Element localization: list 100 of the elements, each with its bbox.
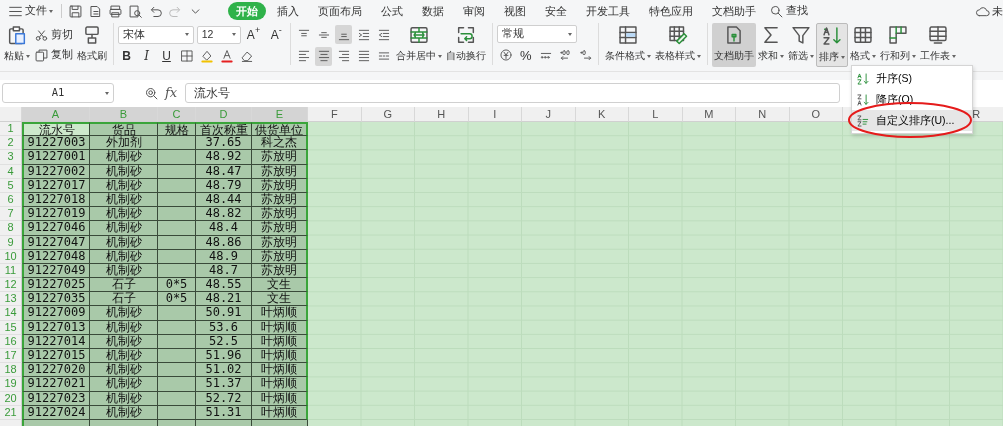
menu-tab[interactable]: 数据: [414, 1, 452, 21]
shrink-font-button[interactable]: A$^{-}$: [266, 25, 287, 44]
menu-tab[interactable]: 安全: [537, 1, 575, 21]
table-cell: 叶炳顺: [252, 377, 308, 392]
account-label[interactable]: 未: [992, 2, 1003, 20]
rows-columns-icon: [887, 24, 910, 46]
menu-item[interactable]: 升序(S): [852, 68, 972, 89]
table-cell: 91227025: [22, 278, 90, 293]
menu-tab[interactable]: 页面布局: [310, 1, 370, 21]
menu-tab[interactable]: 文档助手: [704, 1, 764, 21]
search-icon: [769, 3, 784, 19]
table-cell: 科之杰: [252, 136, 308, 151]
grow-font-button[interactable]: A$^{+}$: [243, 25, 264, 44]
underline-button[interactable]: U: [158, 46, 175, 66]
menu-tab[interactable]: 开发工具: [578, 1, 638, 21]
table-cell: 91227020: [22, 363, 90, 378]
table-cell: [158, 150, 196, 165]
table-cell: [158, 136, 196, 151]
menu-tab[interactable]: 审阅: [455, 1, 493, 21]
table-cell: 叶炳顺: [252, 349, 308, 364]
bold-button[interactable]: B: [118, 46, 135, 66]
table-cell: 48.82: [196, 207, 252, 222]
table-cell: [158, 349, 196, 364]
column-header[interactable]: M: [682, 107, 736, 122]
table-cell: 叶炳顺: [252, 306, 308, 321]
column-header[interactable]: F: [308, 107, 362, 122]
column-header[interactable]: O: [789, 107, 843, 122]
font-name-select[interactable]: 宋体: [118, 25, 194, 44]
number-format-select[interactable]: 常规: [497, 25, 578, 43]
table-cell: [158, 363, 196, 378]
formula-field[interactable]: 流水号: [185, 83, 841, 103]
table-cell: 51.37: [196, 377, 252, 392]
sort-ascending-icon: [856, 71, 870, 86]
fill-color-icon: [199, 49, 214, 64]
table-cell: 48.55: [196, 278, 252, 293]
cut-button[interactable]: 剪切: [32, 25, 75, 45]
table-cell: 37.65: [196, 136, 252, 151]
justify-icon: [356, 49, 371, 64]
zoom-icon: [144, 86, 159, 101]
column-header[interactable]: G: [361, 107, 415, 122]
decrease-decimal-icon: [578, 48, 593, 63]
table-style-button[interactable]: 表格样式: [653, 23, 704, 67]
font-size-select[interactable]: 12: [196, 25, 241, 44]
format-painter-button[interactable]: 格式刷: [75, 23, 109, 67]
sum-button[interactable]: 求和: [756, 23, 787, 67]
print-icon[interactable]: [108, 3, 123, 19]
table-cell: 50.91: [196, 306, 252, 321]
column-header[interactable]: K: [575, 107, 629, 122]
column-header[interactable]: H: [415, 107, 469, 122]
search-button[interactable]: 查找: [767, 1, 810, 21]
function-label[interactable]: fx: [165, 83, 178, 103]
table-cell: [158, 306, 196, 321]
align-center-button[interactable]: [315, 46, 333, 66]
merge-button[interactable]: 合并居中: [394, 23, 445, 67]
custom-sort-icon: [856, 113, 870, 128]
table-cell: 石子: [90, 292, 158, 307]
currency-icon: [498, 48, 513, 63]
menu-tab[interactable]: 公式: [373, 1, 411, 21]
table-cell: 91227046: [22, 221, 90, 236]
table-cell: [158, 377, 196, 392]
save-icon[interactable]: [68, 3, 83, 19]
table-cell: 机制砂: [90, 377, 158, 392]
menu-tab[interactable]: 插入: [269, 1, 307, 21]
table-cell: [158, 221, 196, 236]
name-box[interactable]: A1: [2, 83, 114, 103]
table-cell: 文生: [252, 278, 308, 293]
table-cell: 机制砂: [90, 349, 158, 364]
sort-button[interactable]: 排序: [816, 23, 849, 67]
table-cell: 供货单位: [252, 122, 308, 137]
column-header[interactable]: N: [736, 107, 790, 122]
scissors-icon: [34, 27, 49, 43]
table-cell: 机制砂: [90, 306, 158, 321]
table-cell: 机制砂: [90, 207, 158, 222]
clear-icon: [239, 49, 254, 64]
table-cell: 91227015: [22, 349, 90, 364]
table-cell: 0*5: [158, 278, 196, 293]
print-preview-icon[interactable]: [128, 3, 143, 19]
wrap-text-button[interactable]: 自动换行: [444, 23, 489, 67]
column-header[interactable]: I: [468, 107, 522, 122]
italic-button[interactable]: I: [138, 46, 155, 66]
file-menu[interactable]: 文件: [6, 1, 55, 21]
menu-tab[interactable]: 特色应用: [641, 1, 701, 21]
document-icon[interactable]: [88, 3, 103, 19]
table-cell: 91227035: [22, 292, 90, 307]
copy-button[interactable]: 复制: [32, 45, 75, 65]
align-bottom-button[interactable]: [335, 25, 353, 44]
sort-icon: [821, 25, 844, 47]
table-cell: 机制砂: [90, 363, 158, 378]
table-cell: 首次称重: [196, 122, 252, 137]
column-header[interactable]: L: [629, 107, 683, 122]
column-header[interactable]: J: [522, 107, 576, 122]
conditional-format-button[interactable]: 条件格式: [603, 23, 654, 67]
paste-button[interactable]: 粘贴: [2, 23, 32, 67]
table-cell: 48.4: [196, 221, 252, 236]
menu-item[interactable]: 自定义排序(U)...: [852, 110, 972, 131]
percent-button[interactable]: %: [517, 45, 535, 65]
assistant-button[interactable]: 文档助手: [712, 23, 757, 67]
table-cell: 石子: [90, 278, 158, 293]
menu-tab[interactable]: 视图: [496, 1, 534, 21]
border-icon: [179, 49, 194, 64]
